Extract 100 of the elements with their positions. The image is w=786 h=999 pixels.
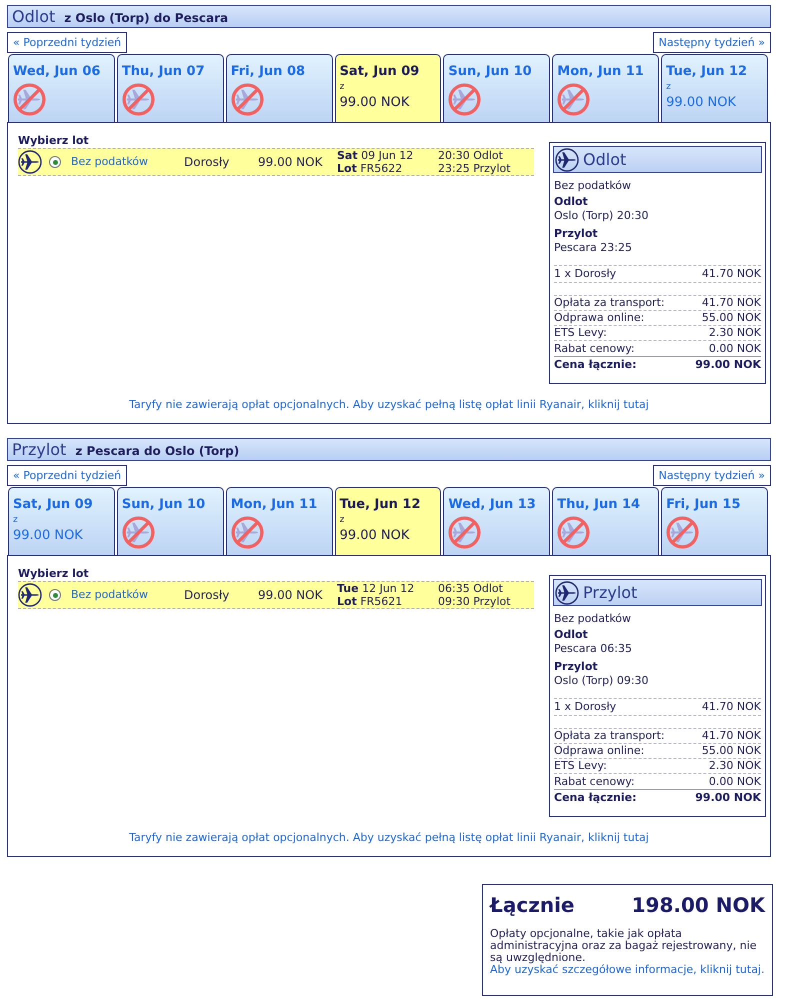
date-tab[interactable]: Mon, Jun 11 xyxy=(552,54,660,123)
fee-label: Rabat cenowy: xyxy=(554,342,635,356)
fee-label: Opłata za transport: xyxy=(554,729,665,743)
section-title: Odlot xyxy=(12,7,56,27)
no-flights-icon xyxy=(230,83,264,116)
fee-amount: 55.00 NOK xyxy=(702,744,761,758)
fee-amount: 2.30 NOK xyxy=(708,326,761,340)
airplane-circle-icon xyxy=(18,150,42,174)
date-tab[interactable]: Fri, Jun 15 xyxy=(661,487,768,556)
date-tab[interactable]: Thu, Jun 07 xyxy=(116,54,224,123)
tab-date: Sun, Jun 10 xyxy=(448,64,533,80)
fee-label: ETS Levy: xyxy=(554,326,607,340)
previous-week-link[interactable]: « Poprzedni tydzień xyxy=(7,32,128,53)
fee-label: Opłata za transport: xyxy=(554,296,665,310)
fare-type-link[interactable]: Bez podatków xyxy=(71,588,184,602)
leg-value: Oslo (Torp) 09:30 xyxy=(554,674,650,688)
fare-type-link[interactable]: Bez podatków xyxy=(71,155,184,169)
no-flights-icon xyxy=(557,516,590,549)
select-flight-label: Wybierz lot xyxy=(18,567,90,581)
date-tab[interactable]: Mon, Jun 11 xyxy=(226,487,333,556)
from-label: z xyxy=(340,515,346,525)
fare-type: Bez podatków xyxy=(554,179,632,193)
tab-date: Sun, Jun 10 xyxy=(122,497,206,513)
airplane-circle-icon xyxy=(555,580,579,604)
from-label: z xyxy=(340,82,346,92)
tab-date: Tue, Jun 12 xyxy=(340,497,422,513)
tab-date: Fri, Jun 08 xyxy=(230,64,306,80)
date-tab[interactable]: Sat, Jun 09 z 99.00 NOK xyxy=(334,54,442,123)
grand-total-amount: 198.00 NOK xyxy=(632,893,765,917)
tab-price: 99.00 NOK xyxy=(340,528,410,544)
from-label: z xyxy=(13,515,19,525)
date-tab[interactable]: Sun, Jun 10 xyxy=(116,487,224,556)
no-flights-icon xyxy=(122,516,155,549)
previous-week-link[interactable]: « Poprzedni tydzień xyxy=(7,465,128,486)
no-flights-icon xyxy=(666,516,700,549)
radio-button[interactable] xyxy=(49,589,61,601)
fee-amount: 2.30 NOK xyxy=(708,759,761,773)
leg-value: Oslo (Torp) 20:30 xyxy=(554,209,650,223)
next-week-link[interactable]: Następny tydzień » xyxy=(652,465,771,486)
arrival-time: 09:30 Przylot xyxy=(438,595,511,608)
fare-note-link[interactable]: Taryfy nie zawierają opłat opcjonalnych. Aby uzyskać pełną listę opłat linii Ryanair, kliknij tutaj xyxy=(129,831,649,844)
passenger-count: 1 x Dorosły xyxy=(554,267,616,281)
fee-label: Rabat cenowy: xyxy=(554,774,635,788)
tab-date: Sat, Jun 09 xyxy=(340,64,420,80)
flight-date: Sat 09 Jun 12 xyxy=(337,149,414,162)
date-tab[interactable]: Thu, Jun 14 xyxy=(552,487,660,556)
no-flights-icon xyxy=(230,516,264,549)
flight-row[interactable]: Bez podatków Dorosły 99.00 NOK Tue 12 Jun 12 Lot FR5621 06:35 Odlot 09:30 Przylot xyxy=(18,581,534,609)
airplane-circle-icon xyxy=(18,583,42,607)
no-flights-icon xyxy=(122,83,155,116)
fee-amount: 0.00 NOK xyxy=(708,342,761,356)
date-tab[interactable]: Fri, Jun 08 xyxy=(226,54,333,123)
fees-disclaimer: Opłaty opcjonalne, takie jak opłata administracyjna oraz za bagaż rejestrowany, nie są uwzględnione. xyxy=(490,928,758,964)
select-flight-label: Wybierz lot xyxy=(18,134,90,148)
date-tab[interactable]: Tue, Jun 12 z 99.00 NOK xyxy=(661,54,768,123)
no-flights-icon xyxy=(448,516,482,549)
section-title: Przylot xyxy=(12,440,66,460)
flight-price: 99.00 NOK xyxy=(258,154,324,170)
summary-title: Odlot xyxy=(583,150,626,170)
passenger-count: 1 x Dorosły xyxy=(554,700,616,714)
date-tab[interactable]: Wed, Jun 13 xyxy=(443,487,550,556)
total-label: Cena łącznie: xyxy=(554,358,637,372)
date-tab[interactable]: Tue, Jun 12 z 99.00 NOK xyxy=(334,487,442,556)
passenger-type: Dorosły xyxy=(184,588,230,602)
tab-date: Mon, Jun 11 xyxy=(557,64,645,80)
date-tab[interactable]: Sat, Jun 09 z 99.00 NOK xyxy=(8,487,115,556)
leg-value: Pescara 23:25 xyxy=(554,241,633,255)
tab-date: Fri, Jun 15 xyxy=(666,497,742,513)
tab-date: Thu, Jun 07 xyxy=(122,64,206,80)
no-flights-icon xyxy=(557,83,590,116)
date-tab[interactable]: Wed, Jun 06 xyxy=(8,54,115,123)
tab-date: Mon, Jun 11 xyxy=(230,497,318,513)
flight-number: Lot FR5622 xyxy=(337,162,404,175)
tab-date: Tue, Jun 12 xyxy=(666,64,748,80)
arrival-time: 23:25 Przylot xyxy=(438,162,511,175)
departure-time: 20:30 Odlot xyxy=(438,149,504,162)
flight-date: Tue 12 Jun 12 xyxy=(337,582,416,595)
leg-label: Odlot xyxy=(554,628,589,642)
details-link[interactable]: Aby uzyskać szczegółowe informacje, kliknij tutaj. xyxy=(490,964,765,976)
route-text: z Oslo (Torp) do Pescara xyxy=(64,10,228,27)
tab-date: Thu, Jun 14 xyxy=(557,497,642,513)
fee-label: Odprawa online: xyxy=(554,311,644,325)
total-amount: 99.00 NOK xyxy=(695,791,761,805)
next-week-link[interactable]: Następny tydzień » xyxy=(652,32,771,53)
total-label: Cena łącznie: xyxy=(554,791,637,805)
fare-note-link[interactable]: Taryfy nie zawierają opłat opcjonalnych. Aby uzyskać pełną listę opłat linii Ryanair, kliknij tutaj xyxy=(129,398,649,411)
leg-label: Odlot xyxy=(554,195,589,209)
date-tab[interactable]: Sun, Jun 10 xyxy=(443,54,550,123)
passenger-price: 41.70 NOK xyxy=(702,700,761,714)
tab-price: 99.00 NOK xyxy=(666,95,737,111)
from-label: z xyxy=(666,82,672,92)
route-text: z Pescara do Oslo (Torp) xyxy=(75,443,240,460)
passenger-price: 41.70 NOK xyxy=(702,267,761,281)
flight-number: Lot FR5621 xyxy=(337,595,404,608)
tab-date: Wed, Jun 06 xyxy=(13,64,102,80)
fee-amount: 55.00 NOK xyxy=(702,311,761,325)
no-flights-icon xyxy=(13,83,46,116)
radio-button[interactable] xyxy=(49,156,61,168)
tab-price: 99.00 NOK xyxy=(340,95,410,111)
flight-row[interactable]: Bez podatków Dorosły 99.00 NOK Sat 09 Jun 12 Lot FR5622 20:30 Odlot 23:25 Przylot xyxy=(18,148,534,176)
